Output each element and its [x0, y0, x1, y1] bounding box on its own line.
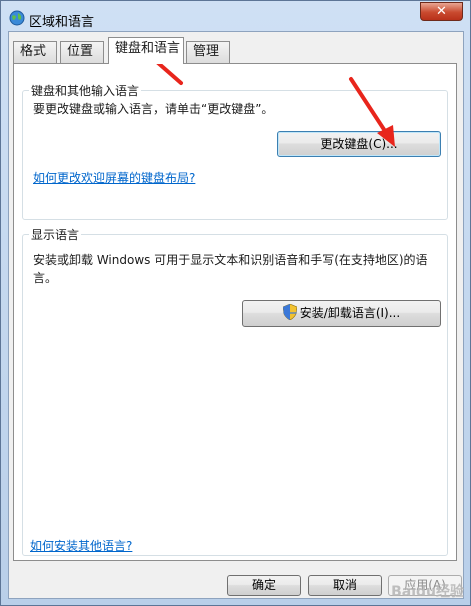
- tab-format[interactable]: 格式: [13, 41, 57, 63]
- install-button-label: 安装/卸载语言(I)...: [299, 306, 401, 320]
- close-button[interactable]: ✕: [420, 2, 463, 21]
- keyboard-description: 要更改键盘或输入语言，请单击“更改键盘”。: [33, 102, 274, 116]
- tab-location[interactable]: 位置: [60, 41, 104, 63]
- tab-administrative[interactable]: 管理: [186, 41, 230, 63]
- ok-button[interactable]: 确定: [227, 575, 301, 596]
- tab-panel: 键盘和其他输入语言 要更改键盘或输入语言，请单击“更改键盘”。 更改键盘(C).…: [13, 63, 457, 561]
- tab-keyboard-language[interactable]: 键盘和语言: [108, 37, 184, 64]
- display-description-line2: 言。: [33, 271, 58, 285]
- dialog-client: 格式 位置 键盘和语言 管理 键盘和其他输入语言 要更改键盘或输入语言，请单击“…: [8, 31, 464, 599]
- globe-icon: [9, 10, 25, 26]
- install-uninstall-language-button[interactable]: 安装/卸载语言(I)...: [242, 300, 441, 327]
- display-language-group: 显示语言 安装或卸载 Windows 可用于显示文本和识别语音和手写(在支持地区…: [22, 226, 448, 556]
- window-title: 区域和语言: [29, 15, 95, 30]
- display-group-title: 显示语言: [29, 226, 82, 243]
- keyboard-group: 键盘和其他输入语言 要更改键盘或输入语言，请单击“更改键盘”。 更改键盘(C).…: [22, 82, 448, 220]
- uac-shield-icon: [282, 304, 297, 320]
- keyboard-group-title: 键盘和其他输入语言: [29, 82, 142, 99]
- close-icon: ✕: [436, 4, 447, 19]
- display-description-line1: 安装或卸载 Windows 可用于显示文本和识别语音和手写(在支持地区)的语: [33, 253, 428, 267]
- welcome-screen-keyboard-link[interactable]: 如何更改欢迎屏幕的键盘布局?: [33, 169, 195, 186]
- change-keyboard-button[interactable]: 更改键盘(C)...: [277, 131, 441, 157]
- region-language-window: 区域和语言 ✕ 格式 位置 键盘和语言 管理 键盘和其他输入语言 要更改键盘或输…: [0, 0, 471, 606]
- install-more-languages-link[interactable]: 如何安装其他语言?: [30, 537, 132, 554]
- cancel-button[interactable]: 取消: [308, 575, 382, 596]
- watermark: Baidu经验: [391, 584, 464, 600]
